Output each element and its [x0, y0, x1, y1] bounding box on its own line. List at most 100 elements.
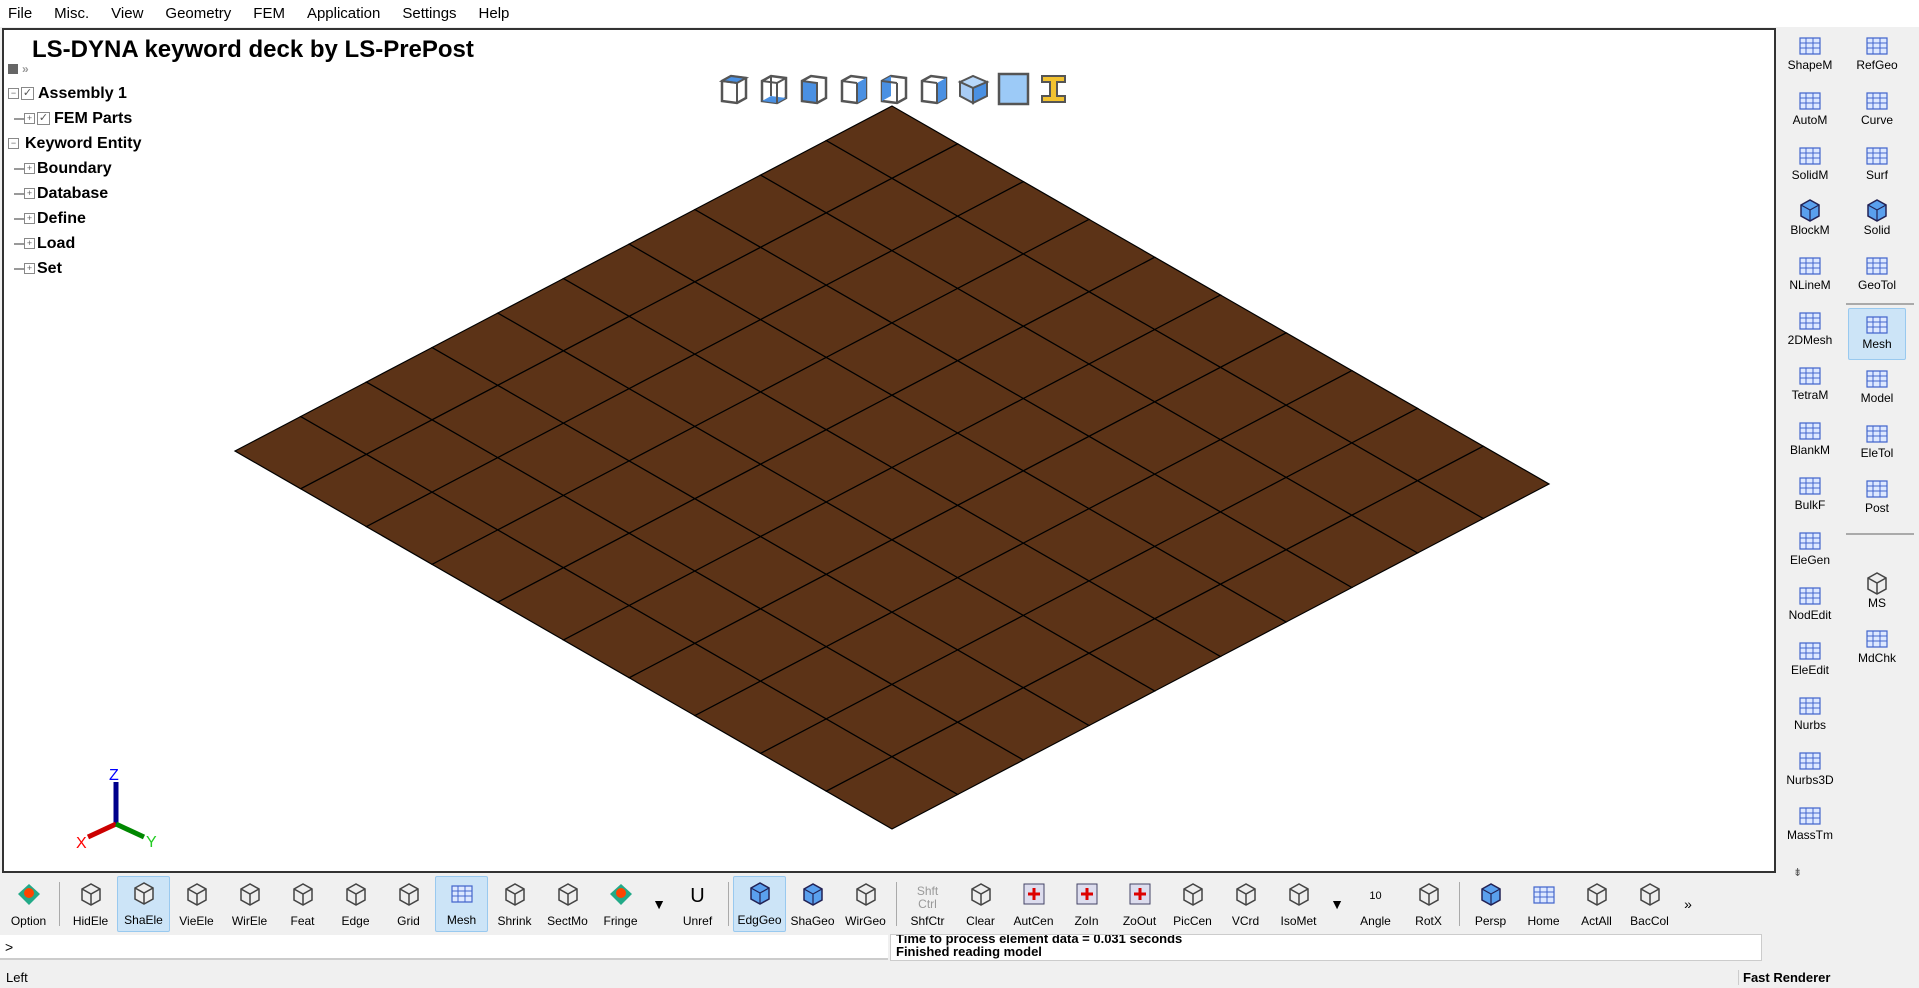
tree-expand-arrows-icon[interactable]: »: [22, 62, 29, 76]
toolbar-button-autcen[interactable]: AutCen: [1007, 876, 1060, 932]
tree-item-load[interactable]: Load: [37, 235, 75, 253]
panel-button-ms[interactable]: MS: [1848, 568, 1906, 620]
panel-button-model[interactable]: Model: [1848, 363, 1906, 415]
view-top-icon[interactable]: [717, 72, 750, 106]
toolbar-more-icon[interactable]: »: [1676, 896, 1700, 912]
toolbar-button-rotx[interactable]: RotX: [1402, 876, 1455, 932]
panel-button-mesh[interactable]: Mesh: [1848, 308, 1906, 360]
tree-item-keyword-entity[interactable]: Keyword Entity: [25, 135, 141, 153]
toolbar-button-grid[interactable]: Grid: [382, 876, 435, 932]
mesh-plate[interactable]: [4, 30, 1778, 875]
toolbar-button-home[interactable]: Home: [1517, 876, 1570, 932]
toolbar-button-mesh[interactable]: Mesh: [435, 876, 488, 932]
tree-item-set[interactable]: Set: [37, 260, 62, 278]
panel-button-blankm[interactable]: BlankM: [1781, 415, 1839, 467]
panel-button-mdchk[interactable]: MdChk: [1848, 623, 1906, 675]
toolbar-button-persp[interactable]: Persp: [1464, 876, 1517, 932]
fem-parts-checkbox[interactable]: ✓: [37, 112, 50, 125]
panel-button-nlinem[interactable]: NLineM: [1781, 250, 1839, 302]
menu-settings[interactable]: Settings: [402, 5, 456, 22]
graphics-viewport[interactable]: LS-DYNA keyword deck by LS-PrePost » − ✓ A…: [2, 28, 1776, 873]
view-back-icon[interactable]: [837, 72, 870, 106]
command-input[interactable]: >: [0, 935, 888, 960]
panel-button-autom[interactable]: AutoM: [1781, 85, 1839, 137]
menu-fem[interactable]: FEM: [253, 5, 285, 22]
panel-button-blockm[interactable]: BlockM: [1781, 195, 1839, 247]
toolbar-button-unref[interactable]: U Unref: [671, 876, 724, 932]
toolbar-button-sectmo[interactable]: SectMo: [541, 876, 594, 932]
tree-collapse-icon[interactable]: [8, 63, 18, 74]
view-ibeam-icon[interactable]: [1037, 72, 1070, 106]
dropdown-arrow-icon[interactable]: ▼: [1325, 896, 1349, 912]
tree-item-assembly[interactable]: Assembly 1: [38, 85, 127, 103]
collapse-icon[interactable]: −: [8, 88, 19, 99]
menu-file[interactable]: File: [8, 5, 32, 22]
expand-icon[interactable]: +: [24, 213, 35, 224]
toolbar-button-shfctr[interactable]: Shft Ctrl ShfCtr: [901, 876, 954, 932]
panel-button-shapem[interactable]: ShapeM: [1781, 30, 1839, 82]
panel-scroll-down-icon[interactable]: ⇟: [1793, 866, 1802, 879]
toolbar-button-shrink[interactable]: Shrink: [488, 876, 541, 932]
menu-view[interactable]: View: [111, 5, 143, 22]
expand-icon[interactable]: +: [24, 263, 35, 274]
panel-button-solidm[interactable]: SolidM: [1781, 140, 1839, 192]
toolbar-button-isomet[interactable]: IsoMet: [1272, 876, 1325, 932]
expand-icon[interactable]: +: [24, 163, 35, 174]
toolbar-button-zoin[interactable]: ZoIn: [1060, 876, 1113, 932]
view-right-icon[interactable]: [917, 72, 950, 106]
dropdown-arrow-icon[interactable]: ▼: [647, 896, 671, 912]
toolbar-button-clear[interactable]: Clear: [954, 876, 1007, 932]
panel-button-nurbs[interactable]: Nurbs: [1781, 690, 1839, 742]
tree-item-define[interactable]: Define: [37, 210, 86, 228]
panel-button-eleedit[interactable]: EleEdit: [1781, 635, 1839, 687]
panel-button-curve[interactable]: Curve: [1848, 85, 1906, 137]
toolbar-button-edggeo[interactable]: EdgGeo: [733, 876, 786, 932]
tree-item-database[interactable]: Database: [37, 185, 108, 203]
toolbar-button-piccen[interactable]: PicCen: [1166, 876, 1219, 932]
toolbar-button-fringe[interactable]: Fringe: [594, 876, 647, 932]
toolbar-button-edge[interactable]: Edge: [329, 876, 382, 932]
toolbar-button-shageo[interactable]: ShaGeo: [786, 876, 839, 932]
expand-icon[interactable]: +: [24, 113, 35, 124]
toolbar-button-shaele[interactable]: ShaEle: [117, 876, 170, 932]
panel-button-refgeo[interactable]: RefGeo: [1848, 30, 1906, 82]
menu-misc[interactable]: Misc.: [54, 5, 89, 22]
panel-button-nurbs3d[interactable]: Nurbs3D: [1781, 745, 1839, 797]
menu-application[interactable]: Application: [307, 5, 380, 22]
toolbar-button-angle[interactable]: 10 Angle: [1349, 876, 1402, 932]
toolbar-button-feat[interactable]: Feat: [276, 876, 329, 932]
menu-geometry[interactable]: Geometry: [165, 5, 231, 22]
toolbar-button-vcrd[interactable]: VCrd: [1219, 876, 1272, 932]
panel-button-surf[interactable]: Surf: [1848, 140, 1906, 192]
toolbar-button-wirele[interactable]: WirEle: [223, 876, 276, 932]
toolbar-button-actall[interactable]: ActAll: [1570, 876, 1623, 932]
panel-button-post[interactable]: Post: [1848, 473, 1906, 525]
toolbar-button-wirgeo[interactable]: WirGeo: [839, 876, 892, 932]
toolbar-button-baccol[interactable]: BacCol: [1623, 876, 1676, 932]
panel-button-solid[interactable]: Solid: [1848, 195, 1906, 247]
panel-button-elegen[interactable]: EleGen: [1781, 525, 1839, 577]
tree-item-fem-parts[interactable]: FEM Parts: [54, 110, 132, 128]
view-left-icon[interactable]: [877, 72, 910, 106]
expand-icon[interactable]: +: [24, 238, 35, 249]
view-bottom-icon[interactable]: [757, 72, 790, 106]
panel-button-2dmesh[interactable]: 2DMesh: [1781, 305, 1839, 357]
panel-button-nodedit[interactable]: NodEdit: [1781, 580, 1839, 632]
panel-button-bulkf[interactable]: BulkF: [1781, 470, 1839, 522]
toolbar-button-option[interactable]: Option: [2, 876, 55, 932]
panel-button-tetram[interactable]: TetraM: [1781, 360, 1839, 412]
tree-item-boundary[interactable]: Boundary: [37, 160, 112, 178]
panel-button-geotol[interactable]: GeoTol: [1848, 250, 1906, 302]
assembly-checkbox[interactable]: ✓: [21, 87, 34, 100]
menu-help[interactable]: Help: [479, 5, 510, 22]
view-isometric-icon[interactable]: [957, 72, 990, 106]
view-fit-icon[interactable]: [997, 72, 1030, 106]
panel-button-masstm[interactable]: MassTm: [1781, 800, 1839, 852]
expand-icon[interactable]: +: [24, 188, 35, 199]
toolbar-button-hidele[interactable]: HidEle: [64, 876, 117, 932]
toolbar-button-zoout[interactable]: ZoOut: [1113, 876, 1166, 932]
panel-button-eletol[interactable]: EleTol: [1848, 418, 1906, 470]
view-front-icon[interactable]: [797, 72, 830, 106]
toolbar-button-vieele[interactable]: VieEle: [170, 876, 223, 932]
collapse-icon[interactable]: −: [8, 138, 19, 149]
